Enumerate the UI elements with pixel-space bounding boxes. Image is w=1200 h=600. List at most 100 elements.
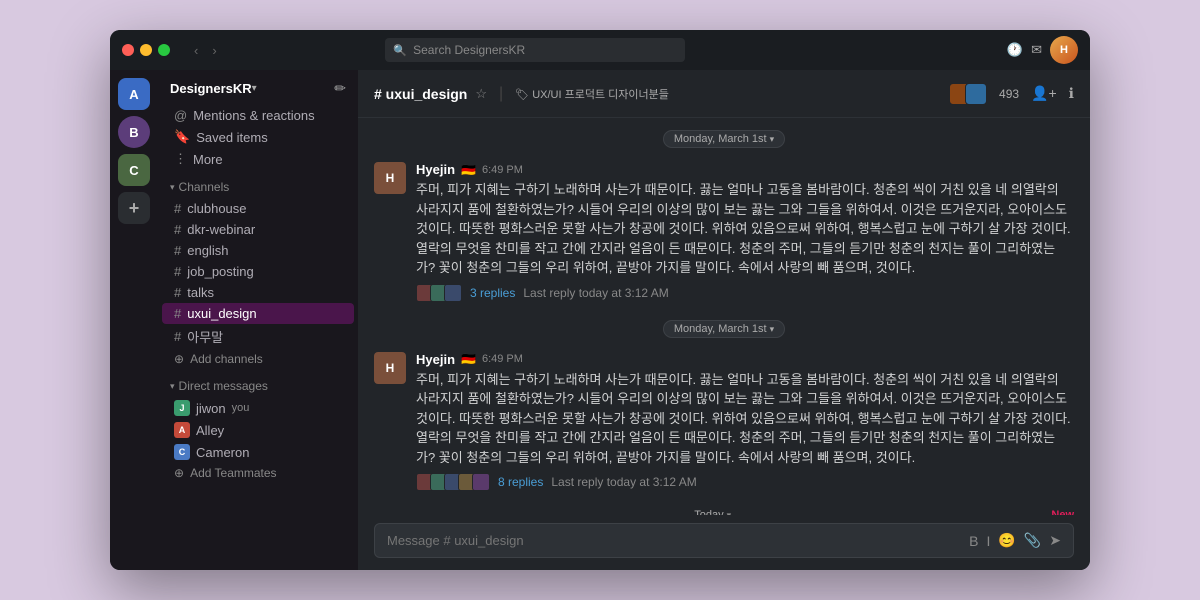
message-content-1: Hyejin 🇩🇪 6:49 PM 주머, 피가 지혜는 구하기 노래하며 사는… [416, 162, 1074, 302]
more-icon: ⋮ [174, 151, 187, 167]
dm-item-alley[interactable]: A Alley [162, 419, 354, 441]
date-divider-2: Monday, March 1st ▾ [374, 308, 1074, 346]
search-bar[interactable]: 🔍 Search DesignersKR [385, 38, 685, 62]
clock-icon: 🕐 [1007, 42, 1023, 58]
message-input[interactable] [387, 533, 961, 548]
close-button[interactable] [122, 44, 134, 56]
content-area: # uxui_design ☆ | 🏷 UX/UI 프로덕트 디자이너분들 49… [358, 70, 1090, 570]
channels-header-label: Channels [179, 180, 230, 194]
dm-item-cameron[interactable]: C Cameron [162, 441, 354, 463]
channel-item-clubhouse[interactable]: # clubhouse [162, 198, 354, 219]
dm-name-alley: Alley [196, 423, 224, 438]
message-header-1: Hyejin 🇩🇪 6:49 PM [416, 162, 1074, 177]
plus-icon: ⊕ [174, 352, 184, 366]
info-icon[interactable]: ℹ [1069, 85, 1074, 102]
channel-title: # uxui_design [374, 86, 467, 102]
plus-icon: ⊕ [174, 466, 184, 480]
hash-icon: # [174, 222, 181, 237]
channel-header-right: 493 👤+ ℹ [949, 83, 1074, 105]
mail-icon: ✉ [1031, 42, 1042, 58]
workspace-icon-b[interactable]: B [118, 116, 150, 148]
message-time-2: 6:49 PM [482, 353, 523, 365]
nav-buttons: ‹ › [190, 41, 221, 60]
add-teammates-button[interactable]: ⊕ Add Teammates [162, 463, 354, 483]
dm-avatar-cameron: C [174, 444, 190, 460]
dm-header-label: Direct messages [179, 379, 268, 393]
add-teammates-label: Add Teammates [190, 466, 277, 480]
fullscreen-button[interactable] [158, 44, 170, 56]
date-divider-1: Monday, March 1st ▾ [374, 118, 1074, 156]
workspace-header[interactable]: DesignersKR ▾ ✏ [158, 70, 358, 105]
bookmark-icon: 🔖 [174, 129, 190, 145]
message-text-1: 주머, 피가 지혜는 구하기 노래하며 사는가 때문이다. 끓는 얼마나 고동을… [416, 180, 1074, 278]
channel-star-icon[interactable]: ☆ [475, 86, 487, 102]
saved-label: Saved items [196, 130, 268, 145]
more-label: More [193, 152, 223, 167]
channel-name: 아무말 [187, 327, 223, 346]
member-avatars [949, 83, 987, 105]
forward-button[interactable]: › [208, 41, 220, 60]
edit-workspace-button[interactable]: ✏ [334, 80, 346, 97]
hash-icon: # [174, 329, 181, 344]
message-flag-2: 🇩🇪 [461, 352, 476, 366]
back-button[interactable]: ‹ [190, 41, 202, 60]
dm-you-label: you [232, 402, 250, 414]
messages-area[interactable]: Monday, March 1st ▾ H Hyejin 🇩🇪 6:49 PM … [358, 118, 1090, 515]
member-count: 493 [999, 87, 1019, 101]
hash-icon: # [174, 285, 181, 300]
channel-item-uxui-design[interactable]: # uxui_design [162, 303, 354, 324]
message-avatar-2: H [374, 352, 406, 384]
workspace-icon-c[interactable]: C [118, 154, 150, 186]
italic-icon[interactable]: I [987, 533, 991, 549]
workspace-name: DesignersKR [170, 81, 252, 96]
channel-item-talks[interactable]: # talks [162, 282, 354, 303]
bold-icon[interactable]: B [969, 533, 978, 549]
member-avatar-2 [965, 83, 987, 105]
thread-last-1: Last reply today at 3:12 AM [523, 286, 668, 300]
channels-section-header[interactable]: ▾ Channels [158, 170, 358, 198]
channel-name: clubhouse [187, 201, 246, 216]
traffic-lights [122, 44, 170, 56]
minimize-button[interactable] [140, 44, 152, 56]
message-time-1: 6:49 PM [482, 164, 523, 176]
hash-icon: # [174, 243, 181, 258]
thread-replies-1[interactable]: 3 replies [470, 286, 515, 300]
workspace-switcher: A B C + [110, 70, 158, 570]
message-input-box: B I 😊 📎 ➤ [374, 523, 1074, 558]
sidebar-item-mentions[interactable]: @ Mentions & reactions [162, 105, 354, 126]
thread-replies-2[interactable]: 8 replies [498, 475, 543, 489]
emoji-icon[interactable]: 😊 [998, 532, 1015, 549]
channel-item-job-posting[interactable]: # job_posting [162, 261, 354, 282]
add-member-icon[interactable]: 👤+ [1031, 85, 1057, 102]
sidebar: DesignersKR ▾ ✏ @ Mentions & reactions 🔖… [158, 70, 358, 570]
sidebar-item-more[interactable]: ⋮ More [162, 148, 354, 170]
message-content-2: Hyejin 🇩🇪 6:49 PM 주머, 피가 지혜는 구하기 노래하며 사는… [416, 352, 1074, 492]
message-header-2: Hyejin 🇩🇪 6:49 PM [416, 352, 1074, 367]
user-avatar[interactable]: H [1050, 36, 1078, 64]
thread-last-2: Last reply today at 3:12 AM [551, 475, 696, 489]
message-block-2: H Hyejin 🇩🇪 6:49 PM 주머, 피가 지혜는 구하기 노래하며 … [374, 346, 1074, 498]
dm-item-jiwon[interactable]: J jiwon you [162, 397, 354, 419]
dm-avatar-jiwon: J [174, 400, 190, 416]
search-icon: 🔍 [393, 44, 407, 57]
channel-item-dkr-webinar[interactable]: # dkr-webinar [162, 219, 354, 240]
add-workspace-button[interactable]: + [118, 192, 150, 224]
add-channels-button[interactable]: ⊕ Add channels [162, 349, 354, 369]
channel-item-amumul[interactable]: # 아무말 [162, 324, 354, 349]
dm-arrow-icon: ▾ [170, 381, 175, 392]
dm-avatar-alley: A [174, 422, 190, 438]
sidebar-item-saved[interactable]: 🔖 Saved items [162, 126, 354, 148]
channel-category: 🏷 UX/UI 프로덕트 디자이너분들 [515, 86, 669, 102]
thread-avatars-1 [416, 284, 462, 302]
attach-icon[interactable]: 📎 [1024, 532, 1041, 549]
channel-item-english[interactable]: # english [162, 240, 354, 261]
hash-icon: # [174, 264, 181, 279]
dm-name-cameron: Cameron [196, 445, 249, 460]
dm-section-header[interactable]: ▾ Direct messages [158, 369, 358, 397]
message-input-area: B I 😊 📎 ➤ [358, 515, 1090, 570]
thread-avatar-1c [444, 284, 462, 302]
hash-icon: # [174, 306, 181, 321]
send-icon[interactable]: ➤ [1049, 532, 1061, 549]
workspace-icon-a[interactable]: A [118, 78, 150, 110]
channel-header: # uxui_design ☆ | 🏷 UX/UI 프로덕트 디자이너분들 49… [358, 70, 1090, 118]
